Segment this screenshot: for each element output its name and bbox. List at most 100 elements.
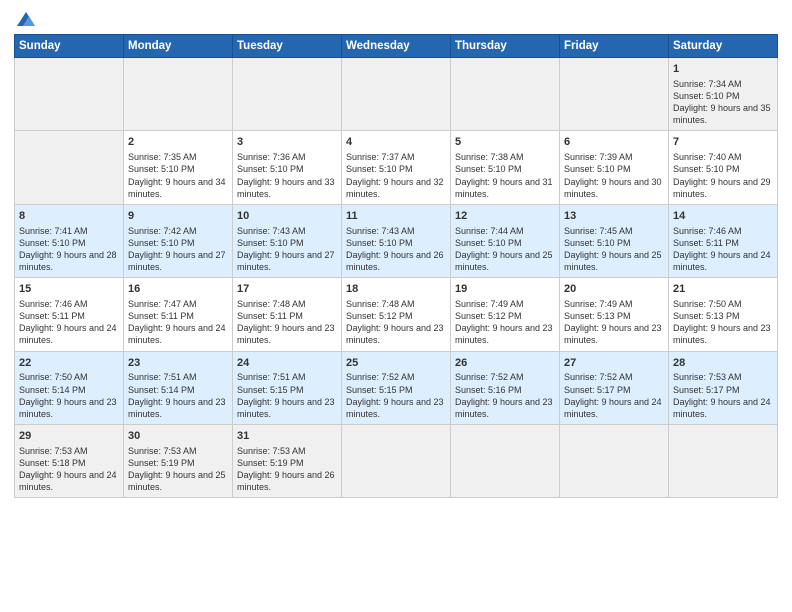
- daylight-text: Daylight: 9 hours and 31 minutes.: [455, 176, 555, 200]
- daylight-text: Daylight: 9 hours and 24 minutes.: [19, 469, 119, 493]
- daylight-text: Daylight: 9 hours and 29 minutes.: [673, 176, 773, 200]
- calendar-cell: [560, 425, 669, 498]
- sunset-text: Sunset: 5:10 PM: [346, 163, 446, 175]
- day-number: 26: [455, 356, 555, 371]
- sunset-text: Sunset: 5:11 PM: [673, 237, 773, 249]
- sunrise-text: Sunrise: 7:36 AM: [237, 151, 337, 163]
- day-number: 19: [455, 282, 555, 297]
- calendar-cell: 12Sunrise: 7:44 AMSunset: 5:10 PMDayligh…: [451, 204, 560, 277]
- sunrise-text: Sunrise: 7:38 AM: [455, 151, 555, 163]
- sunrise-text: Sunrise: 7:41 AM: [19, 225, 119, 237]
- calendar-cell: 2Sunrise: 7:35 AMSunset: 5:10 PMDaylight…: [124, 131, 233, 204]
- daylight-text: Daylight: 9 hours and 23 minutes.: [455, 396, 555, 420]
- calendar-cell: 1Sunrise: 7:34 AMSunset: 5:10 PMDaylight…: [669, 58, 778, 131]
- daylight-text: Daylight: 9 hours and 23 minutes.: [673, 322, 773, 346]
- day-number: 12: [455, 209, 555, 224]
- daylight-text: Daylight: 9 hours and 27 minutes.: [128, 249, 228, 273]
- week-row-1: 2Sunrise: 7:35 AMSunset: 5:10 PMDaylight…: [15, 131, 778, 204]
- calendar-cell: 7Sunrise: 7:40 AMSunset: 5:10 PMDaylight…: [669, 131, 778, 204]
- calendar-cell: [15, 58, 124, 131]
- calendar-cell: 10Sunrise: 7:43 AMSunset: 5:10 PMDayligh…: [233, 204, 342, 277]
- sunrise-text: Sunrise: 7:50 AM: [673, 298, 773, 310]
- calendar-cell: [342, 425, 451, 498]
- header-monday: Monday: [124, 35, 233, 58]
- sunset-text: Sunset: 5:13 PM: [673, 310, 773, 322]
- daylight-text: Daylight: 9 hours and 23 minutes.: [346, 396, 446, 420]
- calendar-cell: [560, 58, 669, 131]
- week-row-2: 8Sunrise: 7:41 AMSunset: 5:10 PMDaylight…: [15, 204, 778, 277]
- header-saturday: Saturday: [669, 35, 778, 58]
- week-row-0: 1Sunrise: 7:34 AMSunset: 5:10 PMDaylight…: [15, 58, 778, 131]
- day-number: 8: [19, 209, 119, 224]
- daylight-text: Daylight: 9 hours and 23 minutes.: [237, 396, 337, 420]
- calendar-cell: 21Sunrise: 7:50 AMSunset: 5:13 PMDayligh…: [669, 278, 778, 351]
- sunrise-text: Sunrise: 7:48 AM: [237, 298, 337, 310]
- calendar-cell: 5Sunrise: 7:38 AMSunset: 5:10 PMDaylight…: [451, 131, 560, 204]
- calendar-cell: 24Sunrise: 7:51 AMSunset: 5:15 PMDayligh…: [233, 351, 342, 424]
- day-number: 11: [346, 209, 446, 224]
- day-number: 31: [237, 429, 337, 444]
- calendar-cell: 8Sunrise: 7:41 AMSunset: 5:10 PMDaylight…: [15, 204, 124, 277]
- sunrise-text: Sunrise: 7:40 AM: [673, 151, 773, 163]
- calendar-cell: 15Sunrise: 7:46 AMSunset: 5:11 PMDayligh…: [15, 278, 124, 351]
- daylight-text: Daylight: 9 hours and 24 minutes.: [128, 322, 228, 346]
- sunrise-text: Sunrise: 7:47 AM: [128, 298, 228, 310]
- sunrise-text: Sunrise: 7:53 AM: [673, 371, 773, 383]
- day-number: 21: [673, 282, 773, 297]
- calendar-cell: [15, 131, 124, 204]
- day-number: 16: [128, 282, 228, 297]
- calendar-cell: [233, 58, 342, 131]
- sunrise-text: Sunrise: 7:37 AM: [346, 151, 446, 163]
- sunrise-text: Sunrise: 7:34 AM: [673, 78, 773, 90]
- calendar-cell: [342, 58, 451, 131]
- sunset-text: Sunset: 5:10 PM: [564, 237, 664, 249]
- daylight-text: Daylight: 9 hours and 34 minutes.: [128, 176, 228, 200]
- sunset-text: Sunset: 5:17 PM: [673, 384, 773, 396]
- daylight-text: Daylight: 9 hours and 24 minutes.: [564, 396, 664, 420]
- logo-block: [14, 10, 38, 28]
- sunrise-text: Sunrise: 7:46 AM: [19, 298, 119, 310]
- day-number: 6: [564, 135, 664, 150]
- daylight-text: Daylight: 9 hours and 23 minutes.: [19, 396, 119, 420]
- sunrise-text: Sunrise: 7:49 AM: [564, 298, 664, 310]
- logo-icon: [15, 10, 37, 28]
- sunset-text: Sunset: 5:16 PM: [455, 384, 555, 396]
- header-friday: Friday: [560, 35, 669, 58]
- calendar-table: SundayMondayTuesdayWednesdayThursdayFrid…: [14, 34, 778, 498]
- sunrise-text: Sunrise: 7:43 AM: [346, 225, 446, 237]
- sunset-text: Sunset: 5:15 PM: [346, 384, 446, 396]
- day-number: 23: [128, 356, 228, 371]
- day-number: 22: [19, 356, 119, 371]
- header: [14, 10, 778, 28]
- week-row-4: 22Sunrise: 7:50 AMSunset: 5:14 PMDayligh…: [15, 351, 778, 424]
- sunset-text: Sunset: 5:10 PM: [128, 163, 228, 175]
- sunset-text: Sunset: 5:10 PM: [19, 237, 119, 249]
- calendar-cell: 18Sunrise: 7:48 AMSunset: 5:12 PMDayligh…: [342, 278, 451, 351]
- calendar-cell: 22Sunrise: 7:50 AMSunset: 5:14 PMDayligh…: [15, 351, 124, 424]
- sunset-text: Sunset: 5:11 PM: [237, 310, 337, 322]
- sunrise-text: Sunrise: 7:48 AM: [346, 298, 446, 310]
- sunrise-text: Sunrise: 7:52 AM: [564, 371, 664, 383]
- calendar-cell: 30Sunrise: 7:53 AMSunset: 5:19 PMDayligh…: [124, 425, 233, 498]
- sunset-text: Sunset: 5:19 PM: [237, 457, 337, 469]
- header-tuesday: Tuesday: [233, 35, 342, 58]
- calendar-cell: 27Sunrise: 7:52 AMSunset: 5:17 PMDayligh…: [560, 351, 669, 424]
- day-number: 1: [673, 62, 773, 77]
- calendar-cell: 19Sunrise: 7:49 AMSunset: 5:12 PMDayligh…: [451, 278, 560, 351]
- sunrise-text: Sunrise: 7:39 AM: [564, 151, 664, 163]
- week-row-3: 15Sunrise: 7:46 AMSunset: 5:11 PMDayligh…: [15, 278, 778, 351]
- calendar-cell: 3Sunrise: 7:36 AMSunset: 5:10 PMDaylight…: [233, 131, 342, 204]
- day-number: 10: [237, 209, 337, 224]
- daylight-text: Daylight: 9 hours and 32 minutes.: [346, 176, 446, 200]
- daylight-text: Daylight: 9 hours and 24 minutes.: [19, 322, 119, 346]
- calendar-cell: 6Sunrise: 7:39 AMSunset: 5:10 PMDaylight…: [560, 131, 669, 204]
- sunrise-text: Sunrise: 7:53 AM: [128, 445, 228, 457]
- day-number: 5: [455, 135, 555, 150]
- sunset-text: Sunset: 5:11 PM: [128, 310, 228, 322]
- day-number: 7: [673, 135, 773, 150]
- sunset-text: Sunset: 5:12 PM: [455, 310, 555, 322]
- sunrise-text: Sunrise: 7:44 AM: [455, 225, 555, 237]
- day-number: 9: [128, 209, 228, 224]
- daylight-text: Daylight: 9 hours and 35 minutes.: [673, 102, 773, 126]
- sunset-text: Sunset: 5:15 PM: [237, 384, 337, 396]
